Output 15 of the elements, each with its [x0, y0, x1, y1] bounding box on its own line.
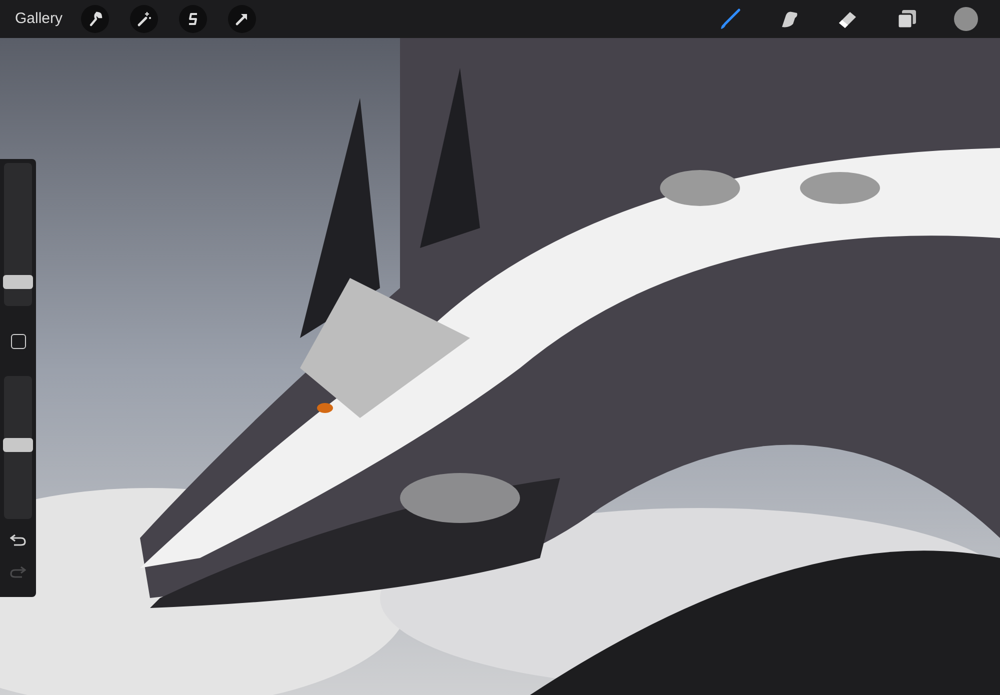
square-button[interactable]: [10, 334, 26, 348]
brush-size-slider[interactable]: [4, 163, 32, 306]
color-swatch[interactable]: [954, 7, 978, 31]
opacity-slider[interactable]: [4, 376, 32, 519]
toolbar-button[interactable]: [178, 5, 207, 33]
slider-thumb[interactable]: [3, 274, 33, 289]
slider-thumb[interactable]: [3, 438, 33, 452]
toolbar-button[interactable]: [228, 5, 256, 33]
magic-wand-icon: [136, 11, 152, 27]
gallery-button[interactable]: Gallery: [15, 8, 63, 30]
toolbar-button[interactable]: [80, 5, 109, 33]
undo-icon[interactable]: [10, 533, 26, 547]
toolbar-button[interactable]: [130, 5, 158, 33]
arrow-cursor-icon: [234, 11, 250, 27]
brush-icon[interactable]: [718, 7, 742, 31]
